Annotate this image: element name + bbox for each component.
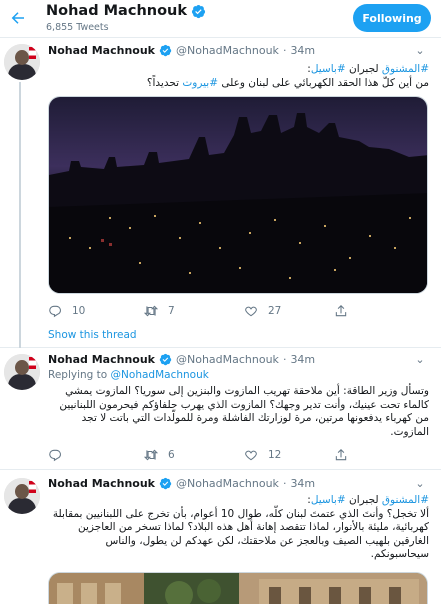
- reply-icon: [49, 305, 61, 318]
- heart-icon: [245, 306, 257, 317]
- hashtag-link[interactable]: #باسيل: [311, 494, 346, 506]
- following-button[interactable]: Following: [353, 4, 431, 32]
- tweet-text: #المشنوق لجبران #باسيل: ألا تخجل؟ وأنتَ …: [48, 494, 429, 562]
- hashtag-link[interactable]: #المشنوق: [382, 494, 429, 506]
- separator: ·: [282, 477, 287, 490]
- tweet-header: Nohad Machnouk @NohadMachnouk · 34m: [48, 477, 315, 490]
- share-icon: [335, 449, 347, 461]
- share-icon: [335, 305, 347, 317]
- tweet-actions: 6 12: [48, 448, 348, 464]
- avatar[interactable]: [4, 44, 40, 80]
- retweet-button[interactable]: 7: [144, 304, 175, 318]
- more-options-icon[interactable]: ⌄: [413, 354, 427, 367]
- retweet-button[interactable]: 6: [144, 448, 175, 462]
- tweet-text-line: ألا تخجل؟ وأنتَ الذي عتمتَ لبنان كلّه، ط…: [52, 507, 429, 561]
- separator: ·: [282, 44, 287, 57]
- tweet-text: #المشنوق لجبران #باسيل: من أين كلّ هذا ا…: [48, 63, 429, 90]
- replying-to: Replying to @NohadMachnouk: [48, 369, 209, 381]
- more-options-icon[interactable]: ⌄: [413, 478, 427, 491]
- reply-button[interactable]: 10: [48, 304, 85, 318]
- like-button[interactable]: 27: [244, 304, 281, 318]
- back-button[interactable]: [6, 6, 30, 30]
- tweet-photo[interactable]: [48, 96, 428, 294]
- tweet-text: وتسأل وزير الطاقة: أين ملاحقة تهريب الما…: [59, 385, 429, 438]
- tweet-text-line: #المشنوق لجبران #باسيل:: [307, 63, 429, 75]
- tweet-photo[interactable]: [48, 572, 428, 604]
- tweet-text-line: #المشنوق لجبران #باسيل:: [307, 494, 429, 506]
- tweet-author-name[interactable]: Nohad Machnouk: [48, 353, 155, 366]
- tweet[interactable]: Nohad Machnouk @NohadMachnouk · 34m ⌄ #ا…: [0, 38, 441, 348]
- building-photo: [49, 573, 427, 604]
- reply-button[interactable]: [48, 448, 72, 462]
- retweet-count: 6: [168, 449, 175, 461]
- tweet-author-name[interactable]: Nohad Machnouk: [48, 44, 155, 57]
- tweet-header: Nohad Machnouk @NohadMachnouk · 34m: [48, 44, 315, 57]
- separator: ·: [282, 353, 287, 366]
- thread-connector: [19, 82, 21, 348]
- tweet-actions: 10 7 27: [48, 304, 348, 320]
- profile-name: Nohad Machnouk: [46, 3, 206, 19]
- reply-icon: [49, 449, 61, 462]
- tweet-author-handle[interactable]: @NohadMachnouk: [176, 477, 279, 490]
- more-options-icon[interactable]: ⌄: [413, 45, 427, 58]
- tweet-author-handle[interactable]: @NohadMachnouk: [176, 353, 279, 366]
- avatar[interactable]: [4, 478, 40, 514]
- tweet-author-handle[interactable]: @NohadMachnouk: [176, 44, 279, 57]
- like-count: 27: [268, 305, 282, 317]
- share-button[interactable]: [334, 304, 348, 318]
- profile-name-text: Nohad Machnouk: [46, 3, 188, 19]
- avatar[interactable]: [4, 354, 40, 390]
- tweet-header: Nohad Machnouk @NohadMachnouk · 34m: [48, 353, 315, 366]
- tweet-author-name[interactable]: Nohad Machnouk: [48, 477, 155, 490]
- share-button[interactable]: [334, 448, 348, 462]
- tweet-timestamp[interactable]: 34m: [290, 477, 315, 490]
- profile-header: Nohad Machnouk 6,855 Tweets Following: [0, 0, 441, 38]
- hashtag-link[interactable]: #باسيل: [311, 63, 346, 75]
- verified-badge-icon: [191, 4, 206, 18]
- verified-badge-icon: [159, 477, 172, 490]
- retweet-icon: [144, 449, 158, 461]
- night-city-photo: [49, 97, 427, 293]
- retweet-count: 7: [168, 305, 175, 317]
- like-button[interactable]: 12: [244, 448, 281, 462]
- tweet-count: 6,855 Tweets: [46, 22, 109, 33]
- tweet-timestamp[interactable]: 34m: [290, 353, 315, 366]
- verified-badge-icon: [159, 44, 172, 57]
- reply-count: 10: [72, 305, 86, 317]
- hashtag-link[interactable]: #المشنوق: [382, 63, 429, 75]
- verified-badge-icon: [159, 353, 172, 366]
- heart-icon: [245, 450, 257, 461]
- show-thread-link[interactable]: Show this thread: [48, 329, 137, 341]
- tweet[interactable]: Nohad Machnouk @NohadMachnouk · 34m ⌄ #ا…: [0, 470, 441, 604]
- tweet-timestamp[interactable]: 34m: [290, 44, 315, 57]
- replying-to-handle[interactable]: @NohadMachnouk: [111, 369, 209, 381]
- back-arrow-icon: [11, 12, 24, 24]
- tweet[interactable]: Nohad Machnouk @NohadMachnouk · 34m ⌄ Re…: [0, 348, 441, 470]
- like-count: 12: [268, 449, 282, 461]
- retweet-icon: [144, 305, 158, 317]
- hashtag-link[interactable]: #بيروت: [182, 77, 218, 89]
- tweet-text-line: من أين كلّ هذا الحقد الكهربائي على لبنان…: [146, 76, 429, 89]
